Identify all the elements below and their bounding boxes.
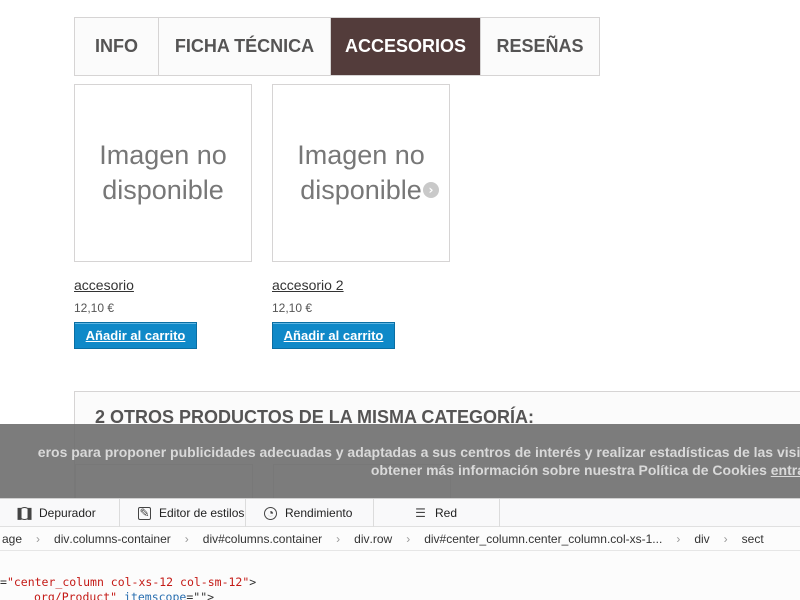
breadcrumb-tag: div (54, 531, 70, 546)
network-icon: ☰ (415, 506, 426, 520)
devtools-tab-network[interactable]: ☰ Red (374, 499, 500, 527)
devtools-panel: ❚❚ Depurador ✎ Editor de estilos ◔ Rendimie… (0, 498, 800, 600)
cookie-policy-link[interactable]: entra (771, 462, 800, 478)
product-name-link[interactable]: accesorio 2 (272, 277, 450, 293)
pencil-icon: ✎ (138, 506, 151, 520)
breadcrumb-item[interactable]: div .row (354, 532, 392, 546)
chevron-right-icon: › (723, 531, 728, 546)
code-attr-value: "center_column col-xs-12 col-sm-12" (6, 575, 250, 589)
breadcrumb-text: .row (369, 531, 393, 546)
chevron-right-icon: › (406, 531, 411, 546)
product-image[interactable]: Imagen no disponible › (272, 84, 450, 262)
cookie-text-line2: obtener más información sobre nuestra Po… (371, 462, 800, 478)
code-punct: = (0, 575, 7, 589)
pause-icon: ❚❚ (14, 506, 35, 520)
markup-line: org/Product" itemscope=""> (34, 590, 256, 600)
devtools-tab-label: Editor de estilos (159, 506, 245, 520)
breadcrumb-text: div (694, 531, 710, 546)
breadcrumb: age › div .columns-container › div #column… (0, 527, 800, 551)
breadcrumb-text: age (2, 531, 23, 546)
code-attr-value: org/Product" (34, 590, 118, 600)
cookie-text: eros para proponer publicidades adecuada… (37, 444, 800, 460)
product-image[interactable]: Imagen no disponible (74, 84, 252, 262)
product-price: 12,10 € (74, 301, 115, 315)
carousel-next-icon[interactable]: › (423, 182, 439, 198)
add-to-cart-button[interactable]: Añadir al carrito (272, 322, 395, 349)
breadcrumb-tag: div (354, 531, 370, 546)
breadcrumb-text: #center_column.center_column.col-xs-1... (439, 531, 663, 546)
chevron-right-icon: › (676, 531, 681, 546)
tab-resenas[interactable]: RESEÑAS (481, 18, 599, 75)
gauge-icon: ◔ (264, 506, 277, 520)
code-punct: =""> (186, 590, 215, 600)
breadcrumb-item[interactable]: div #columns.container (203, 532, 322, 546)
product-price: 12,10 € (272, 301, 313, 315)
breadcrumb-item[interactable]: age (2, 532, 22, 546)
devtools-tab-label: Depurador (39, 506, 96, 520)
code-punct: > (249, 575, 257, 589)
image-placeholder-text: Imagen no disponible (99, 140, 227, 205)
product-tabs: INFO FICHA TÉCNICA ACCESORIOS RESEÑAS (74, 17, 600, 76)
breadcrumb-tag: div (202, 531, 219, 546)
product-name-link[interactable]: accesorio (74, 277, 252, 293)
cookie-banner: eros para proponer publicidades adecuada… (0, 424, 800, 498)
devtools-tab-label: Rendimiento (285, 506, 353, 520)
breadcrumb-item[interactable]: div .columns-container (54, 532, 171, 546)
devtools-tab-performance[interactable]: ◔ Rendimiento (246, 499, 374, 527)
breadcrumb-item[interactable]: div #center_column.center_column.col-xs-1… (424, 532, 662, 546)
chevron-right-icon: › (184, 531, 189, 546)
breadcrumb-text: sect (741, 531, 764, 546)
devtools-tab-style-editor[interactable]: ✎ Editor de estilos (120, 499, 246, 527)
breadcrumb-text: #columns.container (218, 531, 323, 546)
breadcrumb-text: .columns-container (69, 531, 171, 546)
breadcrumb-item[interactable]: div (694, 532, 709, 546)
add-to-cart-button[interactable]: Añadir al carrito (74, 322, 197, 349)
product-card: Imagen no disponible accesorio 12,10 € A… (74, 84, 252, 349)
breadcrumb-tag: div (424, 531, 440, 546)
cookie-info-text: obtener más información sobre nuestra Po… (370, 462, 771, 478)
code-attr-name: itemscope (117, 590, 187, 600)
devtools-tab-label: Red (435, 506, 458, 520)
tab-ficha-tecnica[interactable]: FICHA TÉCNICA (159, 18, 331, 75)
markup-line: ="center_column col-xs-12 col-sm-12"> (0, 575, 256, 590)
product-card: Imagen no disponible › accesorio 2 12,10… (272, 84, 450, 349)
chevron-right-icon: › (36, 531, 41, 546)
devtools-toolbar: ❚❚ Depurador ✎ Editor de estilos ◔ Rendimie… (0, 499, 800, 527)
markup-view[interactable]: ="center_column col-xs-12 col-sm-12"> org… (0, 575, 256, 600)
devtools-tab-debugger[interactable]: ❚❚ Depurador (0, 499, 120, 527)
chevron-right-icon: › (336, 531, 341, 546)
image-placeholder-text: Imagen no disponible (297, 140, 425, 205)
breadcrumb-item[interactable]: sect (742, 532, 764, 546)
tab-accesorios[interactable]: ACCESORIOS (331, 18, 481, 75)
tab-info[interactable]: INFO (75, 18, 159, 75)
